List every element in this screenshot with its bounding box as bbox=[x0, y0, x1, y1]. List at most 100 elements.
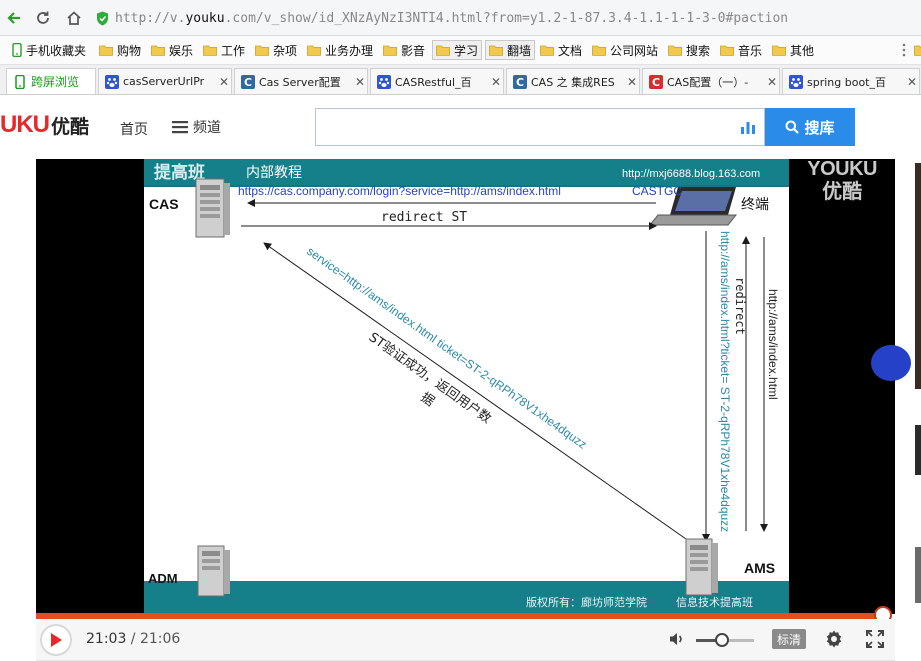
nav-home[interactable]: 首页 bbox=[120, 119, 148, 139]
close-tab-icon[interactable]: ✕ bbox=[765, 75, 779, 89]
bookmark-folder-misc[interactable]: 杂项 bbox=[255, 40, 297, 60]
folder-icon bbox=[489, 45, 503, 56]
bookmark-folder-search[interactable]: 搜索 bbox=[668, 40, 710, 60]
text-ticket-url: http://ams/index.html?ticket= ST-2-qRPh7… bbox=[718, 231, 732, 532]
right-edge-strip bbox=[871, 159, 921, 619]
tab-cas-server-config[interactable]: C Cas Server配置 ✕ bbox=[234, 68, 368, 94]
bookmark-label: 文档 bbox=[558, 43, 583, 58]
url-field[interactable]: http://v. youku .com/v_show/id_XNzAyNzI3NT… bbox=[96, 7, 916, 29]
folder-icon bbox=[307, 45, 321, 56]
player-controls: 21:03 / 21:06 标清 bbox=[36, 619, 895, 661]
bookmark-label: 业务办理 bbox=[325, 43, 374, 58]
bookmark-folder-other[interactable]: 其他 bbox=[772, 40, 814, 60]
slide-footer-copyright: 版权所有：廊坊师范学院 bbox=[526, 595, 647, 609]
label-terminal: 终端 bbox=[741, 197, 769, 213]
bookmark-mobile[interactable]: 手机收藏夹 bbox=[12, 40, 86, 60]
security-shield-icon bbox=[97, 11, 108, 25]
folder-icon bbox=[772, 45, 786, 56]
quality-button[interactable]: 标清 bbox=[772, 629, 806, 649]
site-c-icon: C bbox=[513, 74, 527, 89]
settings-button[interactable] bbox=[824, 629, 844, 652]
bookmarks-bar: 手机收藏夹 购物 娱乐 工作 杂项 业务办理 影音 学习 翻墙 文档 公司网站 bbox=[0, 36, 921, 65]
nav-channel[interactable]: 频道 bbox=[172, 117, 221, 137]
bookmark-folder-media[interactable]: 影音 bbox=[383, 40, 425, 60]
close-tab-icon[interactable]: ✕ bbox=[905, 75, 919, 89]
side-thumbnail[interactable] bbox=[915, 547, 921, 603]
tab-spring-boot[interactable]: spring boot_百 ✕ bbox=[782, 68, 920, 94]
tab-strip: 跨屏浏览 casServerUrlPr ✕ C Cas Server配置 ✕ C… bbox=[0, 65, 921, 95]
svg-text:C: C bbox=[516, 76, 524, 89]
search-button-label: 搜库 bbox=[804, 118, 835, 137]
mobile-phone-icon bbox=[15, 74, 25, 89]
slide-header-title: 内部教程 bbox=[246, 165, 302, 181]
bar-chart-icon[interactable] bbox=[740, 119, 756, 135]
folder-icon bbox=[592, 45, 606, 56]
tab-title: CAS配置（一）- bbox=[667, 75, 749, 89]
bookmark-folder-work[interactable]: 工作 bbox=[203, 40, 245, 60]
logo-chinese: 优酷 bbox=[51, 115, 90, 138]
bookmark-folder-study[interactable]: 学习 bbox=[432, 40, 483, 60]
play-icon bbox=[51, 633, 62, 647]
baidu-paw-icon bbox=[377, 74, 391, 89]
folder-icon bbox=[151, 45, 165, 56]
bookmark-folder-business[interactable]: 业务办理 bbox=[307, 40, 373, 60]
search-button[interactable]: 搜库 bbox=[765, 108, 855, 146]
url-domain: youku bbox=[185, 10, 225, 26]
bookmarks-overflow-button[interactable] bbox=[902, 40, 921, 60]
side-thumbnail[interactable] bbox=[915, 425, 921, 475]
baidu-paw-icon bbox=[789, 74, 803, 89]
slide-footer-team: 信息技术提高班 bbox=[676, 595, 753, 609]
reload-icon bbox=[37, 11, 49, 24]
tab-title: Cas Server配置 bbox=[259, 75, 341, 89]
fullscreen-icon bbox=[866, 630, 884, 648]
next-video-button[interactable] bbox=[871, 345, 911, 381]
fullscreen-button[interactable] bbox=[865, 629, 885, 652]
tab-cas-config-1[interactable]: C CAS配置（一）- ✕ bbox=[642, 68, 780, 94]
tab-title: CASRestful_百 bbox=[395, 75, 472, 89]
bookmark-label: 杂项 bbox=[273, 43, 298, 58]
side-thumbnail[interactable] bbox=[915, 163, 921, 389]
address-bar-row: http://v. youku .com/v_show/id_XNzAyNzI3NT… bbox=[0, 0, 921, 36]
bookmark-label: 其他 bbox=[790, 43, 815, 58]
volume-button[interactable] bbox=[668, 630, 686, 651]
close-tab-icon[interactable]: ✕ bbox=[489, 75, 503, 89]
tab-casrestful[interactable]: CASRestful_百 ✕ bbox=[370, 68, 504, 94]
youku-logo[interactable]: UKU 优酷 bbox=[0, 110, 89, 140]
svg-text:C: C bbox=[652, 76, 660, 89]
menu-icon bbox=[172, 121, 188, 134]
text-login-url: https://cas.company.com/login?service=ht… bbox=[238, 184, 561, 198]
bookmark-folder-entertainment[interactable]: 娱乐 bbox=[151, 40, 193, 60]
bookmark-folder-docs[interactable]: 文档 bbox=[540, 40, 582, 60]
text-redirect: redirect bbox=[733, 277, 747, 335]
video-player[interactable]: 提高班 内部教程 http://mxj6688.blog.163.com CAS… bbox=[36, 159, 895, 614]
svg-text:C: C bbox=[244, 76, 252, 89]
home-button[interactable] bbox=[63, 7, 85, 29]
volume-handle[interactable] bbox=[715, 633, 729, 647]
bookmark-folder-vpn[interactable]: 翻墙 bbox=[485, 40, 536, 60]
tab-title: casServerUrlPr bbox=[123, 75, 205, 88]
bookmark-label: 手机收藏夹 bbox=[26, 43, 87, 58]
bookmark-label: 购物 bbox=[117, 43, 142, 58]
tab-cross-screen[interactable]: 跨屏浏览 bbox=[6, 68, 96, 94]
close-tab-icon[interactable]: ✕ bbox=[625, 75, 639, 89]
bookmark-folder-company[interactable]: 公司网站 bbox=[592, 40, 658, 60]
bookmark-folder-shopping[interactable]: 购物 bbox=[99, 40, 141, 60]
back-button[interactable] bbox=[3, 7, 25, 29]
close-tab-icon[interactable]: ✕ bbox=[353, 75, 367, 89]
watermark-en: YOUKU bbox=[807, 159, 877, 180]
close-tab-icon[interactable]: ✕ bbox=[217, 75, 231, 89]
tab-cas-integrate-rest[interactable]: C CAS 之 集成RES ✕ bbox=[506, 68, 640, 94]
site-header: UKU 优酷 首页 频道 搜库 bbox=[0, 95, 921, 159]
bookmark-label: 音乐 bbox=[738, 43, 763, 58]
speaker-icon bbox=[670, 633, 682, 645]
folder-icon bbox=[540, 45, 554, 56]
bookmark-folder-music[interactable]: 音乐 bbox=[720, 40, 762, 60]
tab-title: CAS 之 集成RES bbox=[531, 75, 615, 89]
reload-button[interactable] bbox=[32, 7, 54, 29]
cas-server-icon bbox=[195, 178, 230, 238]
play-button[interactable] bbox=[40, 624, 72, 656]
site-c-icon: C bbox=[241, 74, 255, 89]
nav-channel-label: 频道 bbox=[193, 120, 221, 136]
search-input[interactable] bbox=[322, 109, 726, 145]
tab-casserverurl[interactable]: casServerUrlPr ✕ bbox=[98, 68, 232, 94]
